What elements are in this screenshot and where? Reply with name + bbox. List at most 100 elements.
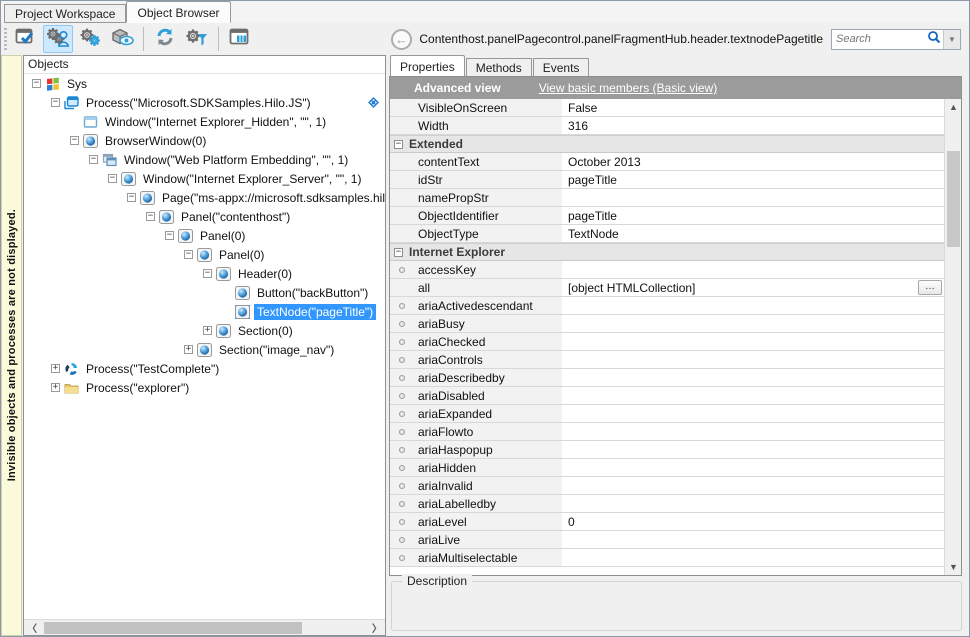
expand-icon[interactable]: + [203,326,212,335]
search-options-dropdown[interactable]: ▼ [943,30,960,49]
object-spy-button[interactable] [43,25,73,53]
toolbar-grip-handle[interactable] [4,28,7,50]
window-check-button[interactable] [11,25,41,53]
expand-icon[interactable]: + [184,345,193,354]
property-bullet-icon [399,339,405,345]
scroll-right-icon[interactable]: 〉 [369,620,385,636]
property-row[interactable]: namePropStr [390,189,944,207]
scroll-up-icon[interactable]: ▲ [945,99,961,115]
property-row[interactable]: Width316 [390,117,944,135]
tree-item[interactable]: +Section("image_nav") [24,340,385,359]
property-row[interactable]: ariaFlowto [390,423,944,441]
property-row[interactable]: ariaControls [390,351,944,369]
tree-item[interactable]: −Panel(0) [24,226,385,245]
property-row[interactable]: ariaExpanded [390,405,944,423]
property-row[interactable]: ariaLive [390,531,944,549]
collapse-icon[interactable]: − [146,212,155,221]
collapse-icon[interactable]: − [165,231,174,240]
tree-item[interactable]: −Panel(0) [24,245,385,264]
property-name: idStr [390,173,443,187]
collapse-icon[interactable]: − [70,136,79,145]
tree-item[interactable]: +Process("TestComplete") [24,359,385,378]
scroll-down-icon[interactable]: ▼ [945,559,961,575]
property-group-row[interactable]: −Internet Explorer [390,243,944,261]
property-row[interactable]: ariaBusy [390,315,944,333]
property-row[interactable]: ariaHidden [390,459,944,477]
tree-item[interactable]: Button("backButton") [24,283,385,302]
ellipsis-button[interactable]: … [918,280,942,295]
collapse-icon[interactable]: − [127,193,136,202]
property-row[interactable]: VisibleOnScreenFalse [390,99,944,117]
property-row[interactable]: ariaHaspopup [390,441,944,459]
collapse-icon[interactable]: − [89,155,98,164]
tree-item-label: Panel("contenthost") [178,209,293,225]
search-input[interactable] [832,33,927,45]
panel-window-button[interactable] [225,25,255,53]
property-row[interactable]: accessKey [390,261,944,279]
tree-item[interactable]: + Process("explorer") [24,378,385,397]
search-box: ▼ [831,29,961,50]
tree-item[interactable]: − Panel("contenthost") [24,207,385,226]
scroll-left-icon[interactable]: 〈 [24,620,40,636]
property-row[interactable]: ariaLevel0 [390,513,944,531]
tab-methods[interactable]: Methods [466,58,532,76]
member-tabbar: Properties Methods Events [387,55,969,76]
tab-project-workspace[interactable]: Project Workspace [4,4,126,23]
property-row[interactable]: all[object HTMLCollection]… [390,279,944,297]
property-row[interactable]: ObjectIdentifierpageTitle [390,207,944,225]
property-row[interactable]: ariaActivedescendant [390,297,944,315]
property-row[interactable]: ObjectTypeTextNode [390,225,944,243]
expand-icon[interactable]: + [51,383,60,392]
collapse-icon[interactable]: − [184,250,193,259]
tab-object-browser[interactable]: Object Browser [126,1,230,23]
scrollbar-track[interactable] [40,620,369,636]
tab-events[interactable]: Events [533,58,590,76]
tree-item[interactable]: −Page("ms-appx://microsoft.sdksamples.hi… [24,188,385,207]
collapse-icon[interactable]: − [32,79,41,88]
collapse-icon[interactable]: − [394,248,403,257]
object-spy-icon [46,27,70,52]
tree-item[interactable]: −Process("Microsoft.SDKSamples.Hilo.JS") [24,93,385,112]
property-row[interactable]: ariaDisabled [390,387,944,405]
back-button[interactable]: ← [391,29,412,50]
tree-item[interactable]: − Header(0) [24,264,385,283]
property-row[interactable]: contentTextOctober 2013 [390,153,944,171]
collapse-icon[interactable]: − [51,98,60,107]
refresh-button[interactable] [150,25,180,53]
tree-item[interactable]: −Sys [24,74,385,93]
property-row[interactable]: ariaInvalid [390,477,944,495]
tree-item-label: Process("explorer") [83,380,192,396]
grid-vertical-scrollbar[interactable]: ▲ ▼ [944,99,961,575]
tree-horizontal-scrollbar[interactable]: 〈 〉 [24,619,385,635]
tree-item[interactable]: −BrowserWindow(0) [24,131,385,150]
property-name: ariaMultiselectable [390,551,517,565]
property-row[interactable]: ariaChecked [390,333,944,351]
scrollbar-thumb[interactable] [947,151,960,247]
globe-box-icon [197,343,212,357]
left-panel: Invisible objects and processes are not … [1,23,386,636]
tab-properties[interactable]: Properties [390,55,465,76]
tree-item[interactable]: −Window("Web Platform Embedding", "", 1) [24,150,385,169]
scrollbar-thumb[interactable] [44,622,302,634]
basic-view-link[interactable]: View basic members (Basic view) [539,81,718,95]
search-icon[interactable] [927,30,943,49]
property-bullet-icon [399,519,405,525]
gears-button[interactable] [75,25,105,53]
object-view-button[interactable] [107,25,137,53]
back-arrow-icon: ← [395,32,408,47]
property-row[interactable]: idStrpageTitle [390,171,944,189]
property-group-row[interactable]: −Extended [390,135,944,153]
tree-item[interactable]: Window("Internet Explorer_Hidden", "", 1… [24,112,385,131]
property-row[interactable]: ariaMultiselectable [390,549,944,567]
tree-item[interactable]: −Window("Internet Explorer_Server", "", … [24,169,385,188]
property-row[interactable]: ariaLabelledby [390,495,944,513]
collapse-icon[interactable]: − [394,140,403,149]
collapse-icon[interactable]: − [108,174,117,183]
collapse-icon[interactable]: − [203,269,212,278]
tree-item[interactable]: TextNode("pageTitle") [24,302,385,321]
tree-item[interactable]: +Section(0) [24,321,385,340]
tree-item-label: Header(0) [235,266,295,282]
property-row[interactable]: ariaDescribedby [390,369,944,387]
expand-icon[interactable]: + [51,364,60,373]
filter-gear-button[interactable] [182,25,212,53]
